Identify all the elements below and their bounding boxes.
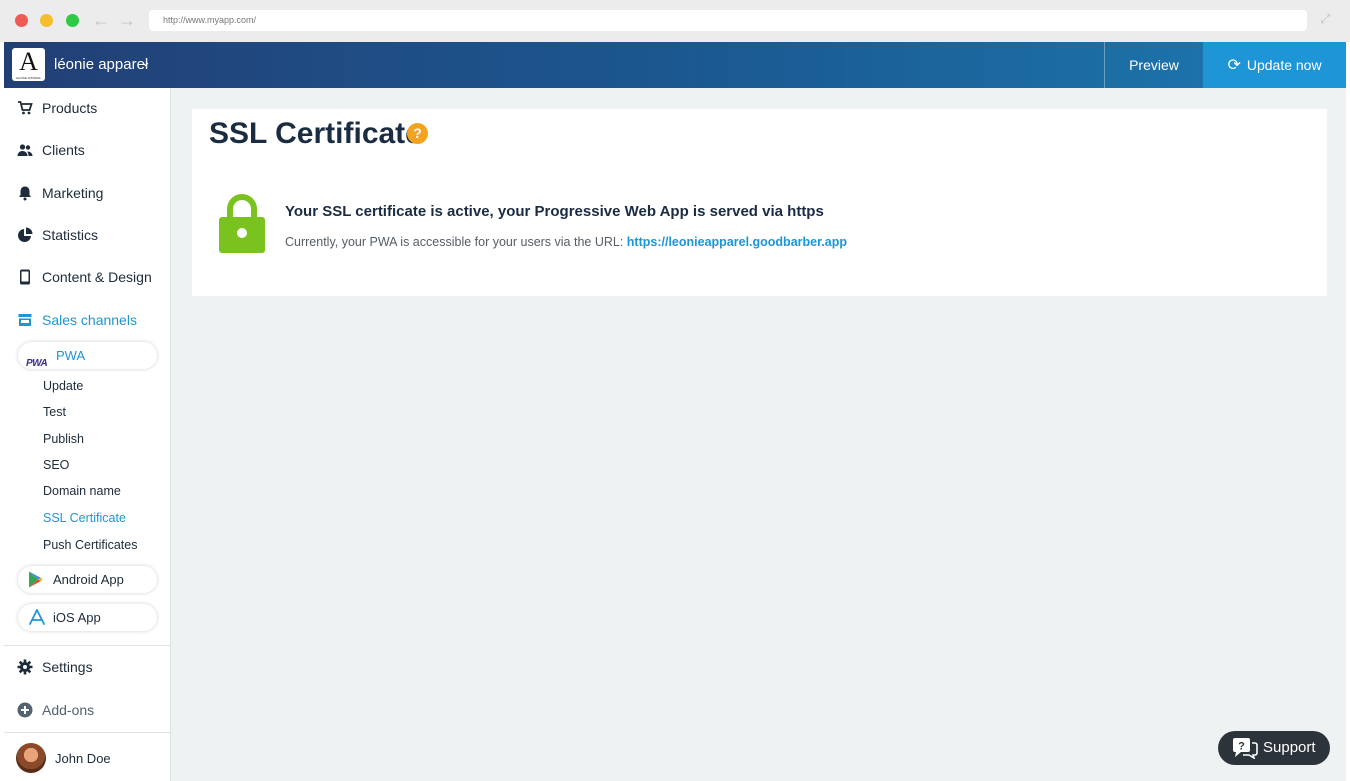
lock-icon [219, 194, 265, 253]
chevron-down-icon[interactable]: ⌄ [140, 54, 151, 70]
browser-chrome: ← → http://www.myapp.com/ ⤢ [0, 0, 1350, 42]
ssl-status-heading: Your SSL certificate is active, your Pro… [285, 203, 824, 220]
store-selector[interactable]: léonie apparel [54, 56, 148, 73]
sidebar-item-label: Settings [42, 659, 93, 675]
pie-chart-icon [18, 227, 33, 242]
refresh-icon: ⟳ [1227, 57, 1241, 74]
user-name[interactable]: John Doe [55, 751, 111, 766]
sidebar-item-label: Products [42, 100, 98, 116]
update-now-button[interactable]: ⟳ Update now [1203, 42, 1346, 88]
sidebar-item-label: Add-ons [42, 702, 95, 718]
pwa-sub-item-domain-name[interactable]: Domain name [43, 484, 121, 498]
pwa-sub-item-ssl-certificate[interactable]: SSL Certificate [43, 511, 126, 525]
sidebar-item-ios-app[interactable]: iOS App [18, 604, 157, 631]
close-window-button[interactable] [15, 14, 28, 27]
pwa-sub-item-update[interactable]: Update [43, 379, 83, 393]
sidebar: Products Clients Marketing Statistics Co… [4, 88, 171, 781]
google-play-icon [29, 571, 43, 588]
logo-subtext: LEONIE APPAREL [15, 76, 42, 80]
bell-icon [19, 186, 31, 201]
logo-letter: A [19, 47, 38, 76]
sidebar-item-label: Content & Design [42, 269, 152, 285]
sidebar-item-settings[interactable]: Settings [4, 652, 171, 682]
avatar[interactable] [16, 743, 46, 773]
chat-help-icon: ? [1233, 738, 1258, 759]
minimize-window-button[interactable] [40, 14, 53, 27]
back-arrow-icon[interactable]: ← [91, 10, 111, 30]
update-now-label: Update now [1246, 57, 1322, 73]
cart-icon [18, 101, 33, 115]
preview-button[interactable]: Preview [1104, 42, 1203, 88]
sidebar-item-statistics[interactable]: Statistics [4, 220, 171, 250]
pwa-logo-icon: PWA [26, 358, 48, 369]
ios-app-label: iOS App [53, 610, 101, 625]
help-icon[interactable]: ? [407, 123, 428, 144]
page-title: SSL Certificate [209, 117, 422, 150]
plus-circle-icon [17, 702, 33, 718]
pwa-sub-item-publish[interactable]: Publish [43, 432, 84, 446]
pwa-sub-item-test[interactable]: Test [43, 405, 66, 419]
sidebar-item-pwa[interactable]: PWA PWA [18, 342, 157, 369]
support-label: Support [1263, 739, 1316, 756]
gear-icon [17, 659, 33, 675]
app-store-icon [29, 609, 45, 625]
address-bar[interactable]: http://www.myapp.com/ [149, 10, 1307, 31]
support-button[interactable]: ? Support [1218, 731, 1330, 765]
ssl-status-prefix: Currently, your PWA is accessible for yo… [285, 235, 624, 249]
sidebar-item-products[interactable]: Products [4, 93, 171, 123]
maximize-window-button[interactable] [66, 14, 79, 27]
sidebar-item-content-design[interactable]: Content & Design [4, 262, 171, 292]
pwa-url-link[interactable]: https://leonieapparel.goodbarber.app [627, 235, 847, 249]
app-window: A LEONIE APPAREL léonie apparel ⌄ Previe… [4, 42, 1346, 781]
sidebar-divider [4, 645, 171, 646]
sidebar-item-android-app[interactable]: Android App [18, 566, 157, 593]
sidebar-item-marketing[interactable]: Marketing [4, 178, 171, 208]
android-app-label: Android App [53, 572, 124, 587]
ssl-certificate-card: SSL Certificate ? Your SSL certificate i… [192, 109, 1327, 296]
svg-text:?: ? [1238, 741, 1245, 753]
sidebar-item-label: Clients [42, 142, 85, 158]
pwa-sub-item-seo[interactable]: SEO [43, 458, 69, 472]
store-logo[interactable]: A LEONIE APPAREL [12, 48, 45, 81]
sidebar-item-label: Sales channels [42, 312, 137, 328]
sidebar-divider [4, 732, 171, 733]
phone-icon [20, 269, 30, 285]
sidebar-item-label: Statistics [42, 227, 99, 243]
pwa-label: PWA [56, 348, 86, 363]
store-icon [18, 314, 32, 326]
sidebar-item-label: Marketing [42, 185, 104, 201]
expand-icon[interactable]: ⤢ [1320, 12, 1334, 26]
ssl-status-text: Currently, your PWA is accessible for yo… [285, 235, 847, 249]
forward-arrow-icon[interactable]: → [117, 10, 137, 30]
sidebar-item-sales-channels[interactable]: Sales channels [4, 305, 171, 335]
sidebar-item-add-ons[interactable]: Add-ons [4, 695, 171, 725]
pwa-sub-item-push-certificates[interactable]: Push Certificates [43, 538, 137, 552]
sidebar-item-clients[interactable]: Clients [4, 135, 171, 165]
top-bar: A LEONIE APPAREL léonie apparel ⌄ Previe… [4, 42, 1346, 88]
users-icon [17, 144, 33, 156]
